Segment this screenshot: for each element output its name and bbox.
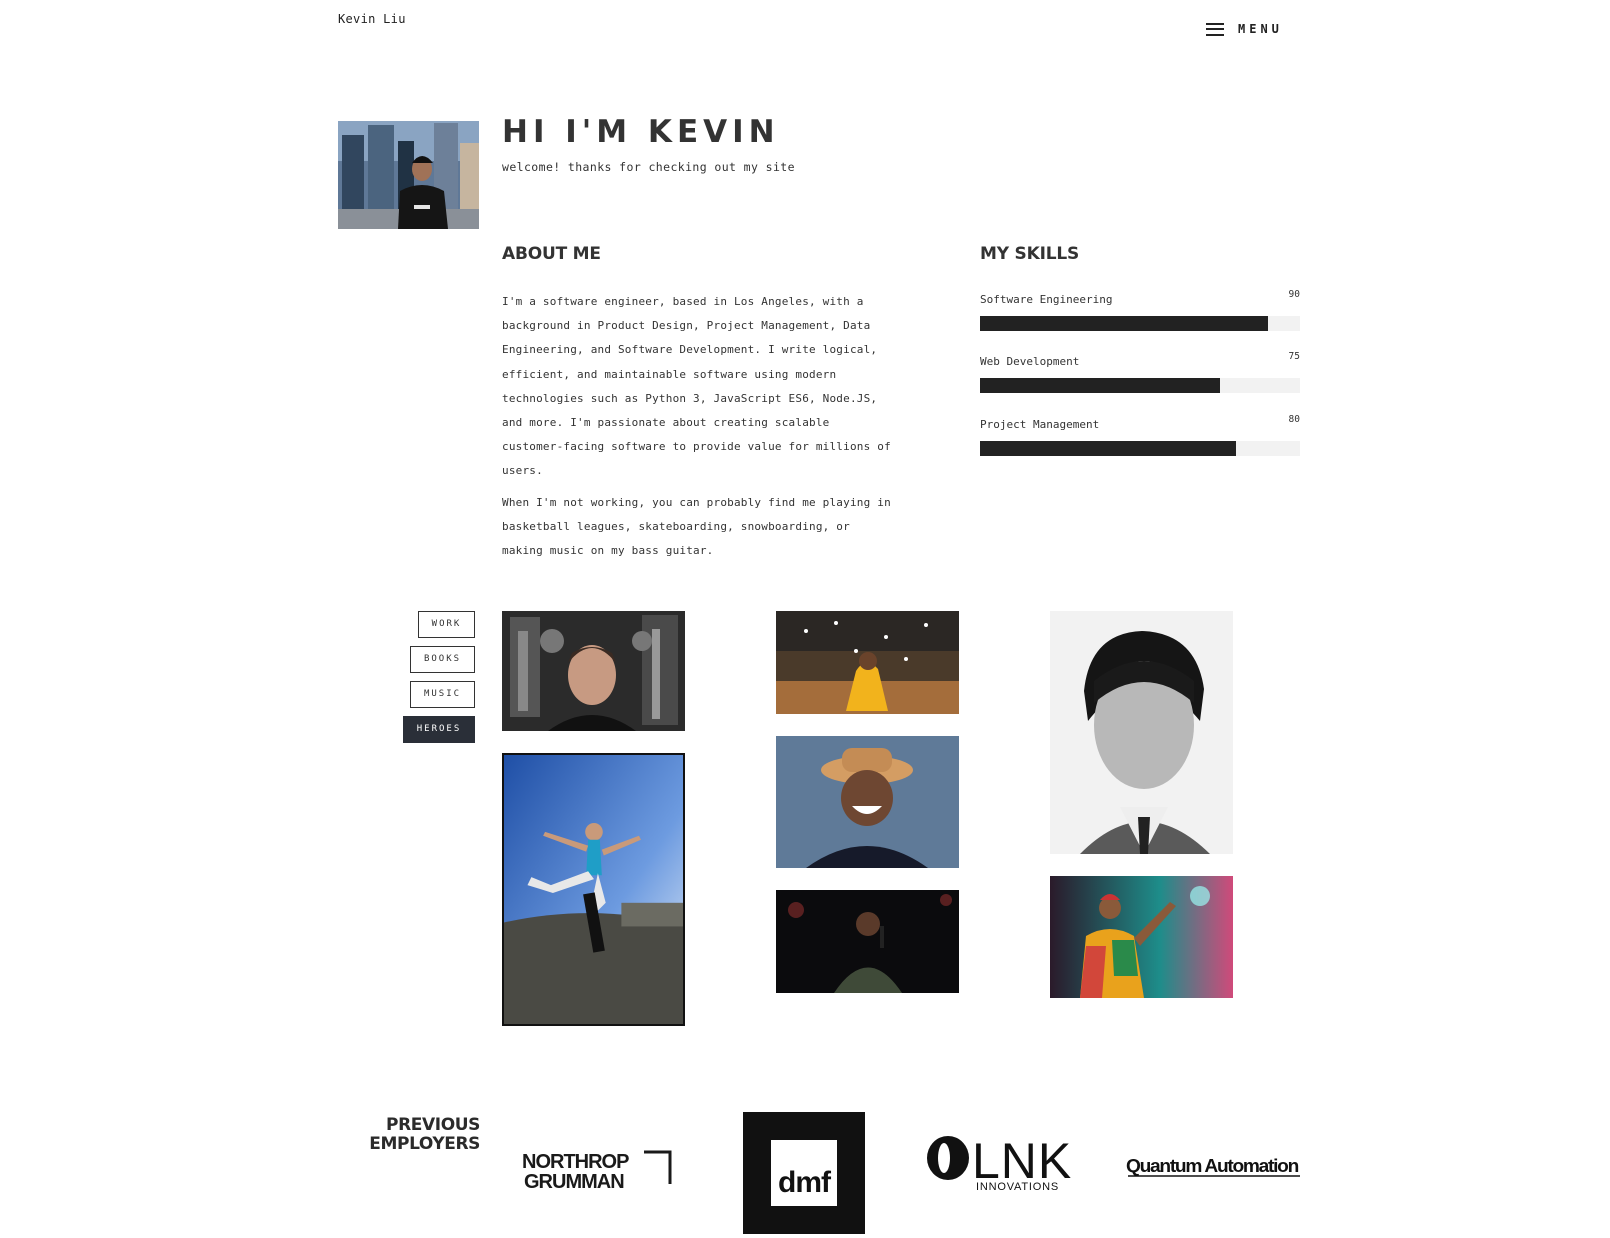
about-paragraph: I'm a software engineer, based in Los An… bbox=[502, 295, 891, 478]
dmf-logo[interactable]: dmf bbox=[743, 1112, 865, 1234]
menu-label[interactable]: MENU bbox=[1238, 22, 1283, 36]
employers-heading-line: PREVIOUS bbox=[386, 1115, 480, 1135]
logo-text: GRUMMAN bbox=[524, 1171, 624, 1193]
employers-heading-line: EMPLOYERS bbox=[369, 1134, 480, 1154]
skill-bar-fill bbox=[980, 441, 1236, 456]
hamburger-icon[interactable] bbox=[1206, 22, 1224, 36]
skill-item: Software Engineering 90 bbox=[980, 289, 1300, 331]
skill-value: 80 bbox=[1288, 414, 1300, 425]
skill-name: Project Management bbox=[980, 418, 1100, 431]
skill-bar-fill bbox=[980, 378, 1220, 393]
gallery-photo[interactable] bbox=[1050, 611, 1233, 854]
site-brand[interactable]: Kevin Liu bbox=[338, 12, 406, 26]
employers-heading: PREVIOUS EMPLOYERS bbox=[360, 1116, 480, 1154]
filter-music-button[interactable]: MUSIC bbox=[410, 681, 475, 708]
about-paragraph: When I'm not working, you can probably f… bbox=[502, 495, 891, 558]
skill-value: 90 bbox=[1288, 289, 1300, 300]
skills-heading: MY SKILLS bbox=[980, 244, 1079, 264]
logo-text: NORTHROP bbox=[522, 1151, 629, 1173]
filter-books-button[interactable]: BOOKS bbox=[410, 646, 475, 673]
filter-work-button[interactable]: WORK bbox=[418, 611, 475, 638]
skill-name: Software Engineering bbox=[980, 293, 1113, 306]
logo-subtext: INNOVATIONS bbox=[976, 1181, 1059, 1192]
skill-name: Web Development bbox=[980, 355, 1080, 368]
filter-heroes-button[interactable]: HEROES bbox=[403, 716, 475, 743]
about-heading: ABOUT ME bbox=[502, 244, 601, 264]
skill-bar bbox=[980, 441, 1300, 456]
quantum-automation-logo[interactable]: Quantum Automation bbox=[1126, 1148, 1302, 1184]
menu-button[interactable]: MENU bbox=[1206, 22, 1283, 36]
skill-bar bbox=[980, 316, 1300, 331]
logo-text: Quantum Automation bbox=[1126, 1156, 1298, 1176]
gallery-photo[interactable] bbox=[502, 753, 685, 1026]
skill-bar-fill bbox=[980, 316, 1268, 331]
gallery-photo[interactable] bbox=[1050, 876, 1233, 998]
page-subtitle: welcome! thanks for checking out my site bbox=[502, 160, 795, 174]
page-title: HI I'M KEVIN bbox=[502, 114, 780, 150]
gallery-photo[interactable] bbox=[776, 611, 959, 714]
skill-item: Project Management 80 bbox=[980, 414, 1300, 456]
skill-item: Web Development 75 bbox=[980, 351, 1300, 393]
gallery-photo[interactable] bbox=[502, 611, 685, 731]
skill-bar bbox=[980, 378, 1300, 393]
gallery-photo[interactable] bbox=[776, 736, 959, 868]
gallery-photo[interactable] bbox=[776, 890, 959, 993]
olnk-innovations-logo[interactable]: LNK INNOVATIONS bbox=[926, 1133, 1084, 1193]
about-text: I'm a software engineer, based in Los An… bbox=[502, 290, 892, 570]
logo-text: dmf bbox=[778, 1166, 832, 1199]
skill-value: 75 bbox=[1288, 351, 1300, 362]
northrop-grumman-logo[interactable]: NORTHROP GRUMMAN bbox=[522, 1150, 672, 1194]
avatar bbox=[338, 121, 479, 229]
